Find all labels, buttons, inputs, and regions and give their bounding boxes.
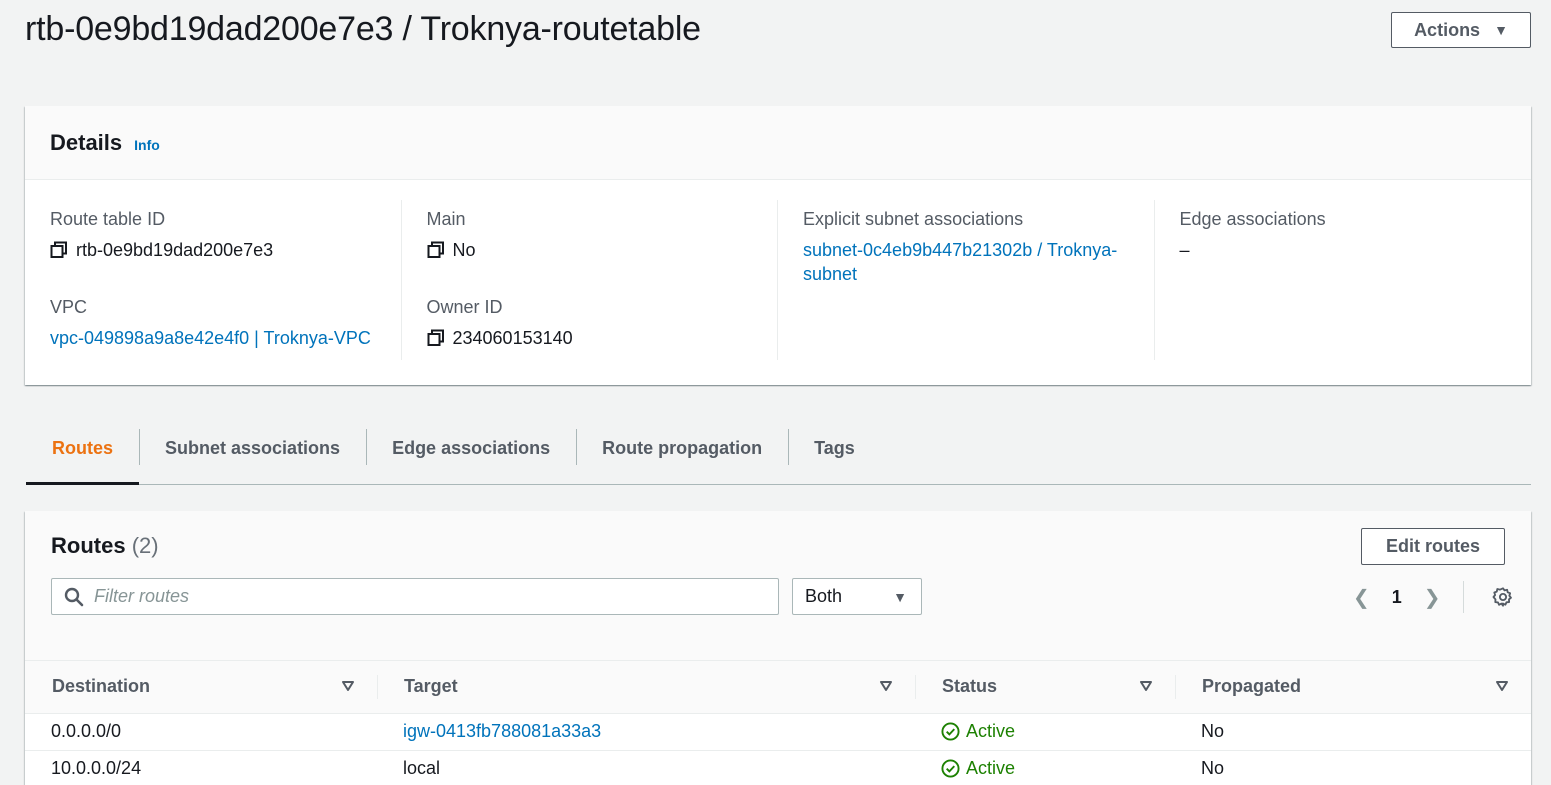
tabs-bar: Routes Subnet associations Edge associat…	[26, 412, 1531, 485]
details-column-2: Main No Owner ID 234060153140	[402, 200, 778, 360]
status-text: Active	[966, 721, 1016, 741]
propagated-cell: No	[1175, 713, 1531, 751]
gear-icon[interactable]	[1492, 586, 1514, 608]
routes-header: Routes (2) Edit routes Both ▼ ❮ 1 ❯	[25, 511, 1531, 661]
select-value: Both	[805, 586, 843, 606]
tab-routes[interactable]: Routes	[26, 412, 140, 485]
check-circle-icon	[941, 722, 960, 741]
details-panel: Details Info Route table ID rtb-0e9bd19d…	[25, 106, 1531, 385]
pagination: ❮ 1 ❯	[1353, 581, 1514, 613]
sort-icon[interactable]	[1139, 679, 1153, 693]
column-label: Destination	[52, 676, 151, 697]
subnet-link[interactable]: subnet-0c4eb9b447b21302b / Troknya- subn…	[803, 238, 1134, 286]
sort-icon[interactable]	[879, 679, 893, 693]
routes-table: Destination Target Status Propagated 0.0…	[25, 661, 1531, 785]
routes-panel: Routes (2) Edit routes Both ▼ ❮ 1 ❯ Dest…	[25, 511, 1531, 785]
subnet-link-line2: subnet	[803, 264, 858, 284]
destination-cell: 0.0.0.0/0	[25, 713, 377, 751]
routes-title-text: Routes	[51, 533, 126, 558]
owner-id-value: 234060153140	[427, 326, 758, 350]
owner-id-label: Owner ID	[426, 297, 503, 317]
tab-tags[interactable]: Tags	[788, 412, 881, 484]
page-number[interactable]: 1	[1388, 587, 1406, 608]
details-column-3: Explicit subnet associations subnet-0c4e…	[778, 200, 1155, 360]
search-icon	[64, 587, 84, 606]
copy-icon[interactable]	[427, 241, 445, 259]
page-title: rtb-0e9bd19dad200e7e3 / Troknya-routetab…	[25, 10, 701, 48]
filter-routes-input[interactable]	[94, 586, 778, 607]
main-text: No	[452, 240, 476, 260]
check-circle-icon	[941, 759, 960, 778]
copy-icon[interactable]	[50, 241, 68, 259]
route-table-id-label: Route table ID	[50, 209, 166, 229]
sort-icon[interactable]	[1495, 679, 1509, 693]
status-text: Active	[966, 758, 1016, 778]
details-title: Details	[50, 129, 123, 155]
routes-count: (2)	[131, 533, 159, 558]
column-label: Target	[404, 676, 458, 697]
sort-icon[interactable]	[341, 679, 355, 693]
table-row[interactable]: 0.0.0.0/0 igw-0413fb788081a33a3 Active N…	[25, 713, 1531, 751]
vpc-link[interactable]: vpc-049898a9a8e42e4f0 | Troknya-VPC	[50, 326, 381, 350]
next-page-icon[interactable]: ❯	[1424, 585, 1441, 610]
owner-id-text: 234060153140	[452, 328, 573, 348]
column-header-destination[interactable]: Destination	[25, 661, 377, 714]
subnet-associations-label: Explicit subnet associations	[803, 209, 1024, 229]
subnet-link-line1: subnet-0c4eb9b447b21302b / Troknya-	[803, 240, 1118, 260]
propagated-cell: No	[1175, 750, 1531, 785]
edge-associations-value: –	[1179, 240, 1190, 260]
actions-label: Actions	[1414, 19, 1481, 40]
route-table-id-text: rtb-0e9bd19dad200e7e3	[76, 240, 274, 260]
destination-cell: 10.0.0.0/24	[25, 750, 377, 785]
target-cell: local	[377, 750, 915, 785]
actions-button[interactable]: Actions ▼	[1391, 12, 1531, 48]
column-header-status[interactable]: Status	[915, 661, 1175, 714]
status-cell: Active	[915, 713, 1175, 751]
main-value: No	[427, 238, 758, 262]
tab-subnet-associations[interactable]: Subnet associations	[139, 412, 366, 484]
routes-title: Routes (2)	[51, 533, 159, 559]
info-link[interactable]: Info	[134, 137, 160, 153]
column-label: Status	[942, 676, 998, 697]
pager-divider	[1462, 581, 1464, 613]
column-label: Propagated	[1202, 676, 1302, 697]
status-cell: Active	[915, 750, 1175, 785]
filter-routes-field[interactable]	[51, 578, 779, 615]
main-label: Main	[426, 209, 466, 229]
details-column-4: Edge associations –	[1155, 200, 1532, 360]
vpc-label: VPC	[50, 297, 88, 317]
caret-down-icon: ▼	[1494, 22, 1508, 38]
table-row[interactable]: 10.0.0.0/24 local Active No	[25, 750, 1531, 785]
route-table-id-value: rtb-0e9bd19dad200e7e3	[50, 238, 381, 262]
details-header: Details Info	[25, 106, 1531, 180]
column-header-target[interactable]: Target	[377, 661, 915, 714]
propagation-filter-select[interactable]: Both ▼	[792, 578, 922, 615]
column-header-propagated[interactable]: Propagated	[1175, 661, 1531, 714]
caret-down-icon: ▼	[893, 588, 907, 605]
edit-routes-button[interactable]: Edit routes	[1361, 528, 1505, 565]
details-column-1: Route table ID rtb-0e9bd19dad200e7e3 VPC…	[25, 200, 402, 360]
target-link[interactable]: igw-0413fb788081a33a3	[377, 713, 915, 751]
edge-associations-label: Edge associations	[1179, 209, 1326, 229]
previous-page-icon[interactable]: ❮	[1353, 585, 1370, 610]
tab-route-propagation[interactable]: Route propagation	[576, 412, 788, 484]
tab-edge-associations[interactable]: Edge associations	[366, 412, 576, 484]
copy-icon[interactable]	[427, 329, 445, 347]
